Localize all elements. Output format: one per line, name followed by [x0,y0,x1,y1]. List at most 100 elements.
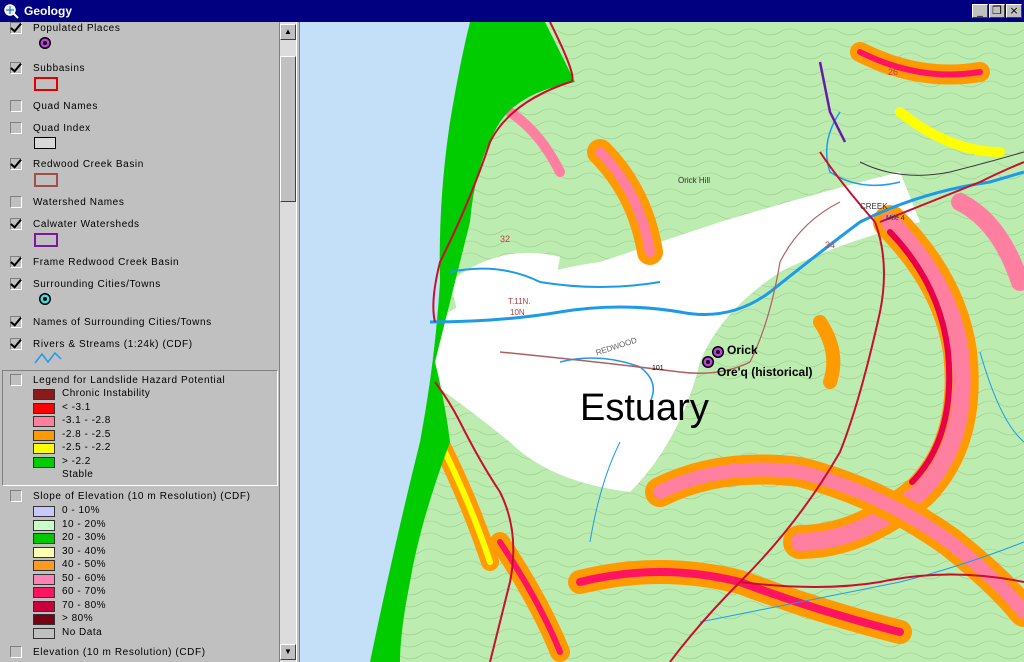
city-symbol-icon [39,293,51,305]
layer-surrounding-cities: Surrounding Cities/Towns [0,278,279,308]
layer-checkbox[interactable] [10,122,22,134]
legend-class-label: 50 - 60% [62,572,107,584]
map-canvas[interactable] [300,22,1024,662]
legend-class-label: 20 - 30% [62,532,107,543]
legend-swatch [33,627,55,639]
scroll-up-button[interactable]: ▲ [280,24,296,40]
layer-name: Elevation (10 m Resolution) (CDF) [33,647,206,658]
legend-swatch [33,573,55,585]
legend-swatch [33,402,55,414]
layer-frame-redwood-creek-basin: Frame Redwood Creek Basin [0,256,279,274]
layer-name: Populated Places [33,23,121,34]
layer-name: Quad Index [33,123,91,134]
oreq-label: Ore'q (historical) [717,365,813,379]
subbasin-symbol-icon [34,77,58,91]
map-small-label: 34 [825,240,836,250]
map-small-label: 101 [652,365,664,372]
layer-name: Legend for Landslide Hazard Potential [33,375,226,386]
legend-swatch [33,429,55,441]
arcview-app-icon [4,4,19,19]
watershed-symbol-icon [34,233,58,247]
legend-class-label: No Data [62,626,103,638]
legend-swatch [33,614,55,625]
layer-name: Frame Redwood Creek Basin [33,257,180,268]
layer-name: Surrounding Cities/Towns [33,279,161,290]
legend-class-label: -2.5 - -2.2 [62,442,111,453]
legend-swatch [33,519,55,531]
map-small-label: 26 [888,67,899,77]
orick-marker[interactable] [712,346,724,358]
scroll-thumb[interactable] [280,56,296,202]
legend-class-label: 10 - 20% [62,518,107,530]
legend-class-label: < -3.1 [62,401,91,413]
scroll-down-button[interactable]: ▼ [280,644,296,660]
layer-checkbox[interactable] [10,218,22,230]
layer-name: Quad Names [33,101,98,112]
layer-checkbox[interactable] [10,256,22,268]
maximize-button[interactable]: ❐ [989,4,1005,18]
layer-name: Names of Surrounding Cities/Towns [33,317,212,328]
layer-checkbox[interactable] [10,338,22,350]
legend-swatch [33,600,55,612]
basin-symbol-icon [34,173,58,187]
map-view[interactable]: Orick Ore'q (historical) Estuary REDWOOD… [300,22,1024,662]
layer-checkbox[interactable] [10,646,22,658]
layer-checkbox[interactable] [10,158,22,170]
layer-quad-names: Quad Names [0,100,279,118]
layer-name: Calwater Watersheds [33,219,140,230]
legend-swatch [33,416,55,427]
map-small-label: 32 [500,234,511,244]
close-button[interactable]: × [1006,4,1022,18]
legend-class-label: 0 - 10% [62,505,100,516]
map-small-label: T.11N. [508,297,531,306]
layer-name: Redwood Creek Basin [33,159,144,170]
layer-checkbox[interactable] [10,62,22,74]
layer-calwater-watersheds: Calwater Watersheds [0,218,279,248]
layer-checkbox[interactable] [10,22,22,34]
title-bar[interactable]: Geology _ ❐ × [0,0,1024,22]
layer-name: Subbasins [33,63,86,74]
legend-class-label: Chronic Instability [62,388,151,399]
layer-quad-index: Quad Index [0,122,279,152]
layer-subbasins: Subbasins [0,62,279,92]
window-title: Geology [24,4,73,18]
layer-rivers-streams: Rivers & Streams (1:24k) (CDF) [0,338,279,368]
layer-checkbox[interactable] [10,196,22,208]
legend-class-label: > 80% [62,613,94,624]
legend-swatch [33,456,55,468]
layer-elevation: Elevation (10 m Resolution) (CDF) [0,646,279,662]
legend-class-label: > -2.2 [62,455,91,467]
layer-checkbox[interactable] [10,100,22,112]
layer-redwood-creek-basin: Redwood Creek Basin [0,158,279,188]
minimize-button[interactable]: _ [972,4,988,18]
legend-swatch [33,533,55,544]
legend-swatch [33,546,55,558]
map-small-label: Orick Hill [678,176,710,185]
table-of-contents: Populated Places Subbasins Quad Names Qu… [0,22,279,662]
legend-class-label: -2.8 - -2.5 [62,428,111,440]
orick-label: Orick [727,343,758,357]
legend-class-label: Stable [62,469,94,480]
legend-class-label: -3.1 - -2.8 [62,415,111,426]
legend-swatch [33,560,55,571]
toc-scrollbar[interactable]: ▲ ▼ [279,22,296,662]
estuary-label: Estuary [580,387,709,429]
map-small-label: CREEK [860,202,888,211]
layer-watershed-names: Watershed Names [0,196,279,214]
quad-index-symbol-icon [34,137,56,149]
oreq-marker[interactable] [702,356,714,368]
legend-swatch [33,587,55,598]
layer-city-names: Names of Surrounding Cities/Towns [0,316,279,334]
layer-checkbox[interactable] [10,374,22,386]
layer-checkbox[interactable] [10,316,22,328]
layer-name: Slope of Elevation (10 m Resolution) (CD… [33,491,251,502]
layer-checkbox[interactable] [10,490,22,502]
legend-class-label: 70 - 80% [62,599,107,611]
layer-name: Rivers & Streams (1:24k) (CDF) [33,339,193,350]
map-small-label: 10N [510,308,525,317]
legend-swatch [33,389,55,400]
legend-class-label: 60 - 70% [62,586,107,597]
map-small-label: Mile 4 [886,215,905,222]
layer-checkbox[interactable] [10,278,22,290]
populated-place-symbol-icon [39,37,51,49]
